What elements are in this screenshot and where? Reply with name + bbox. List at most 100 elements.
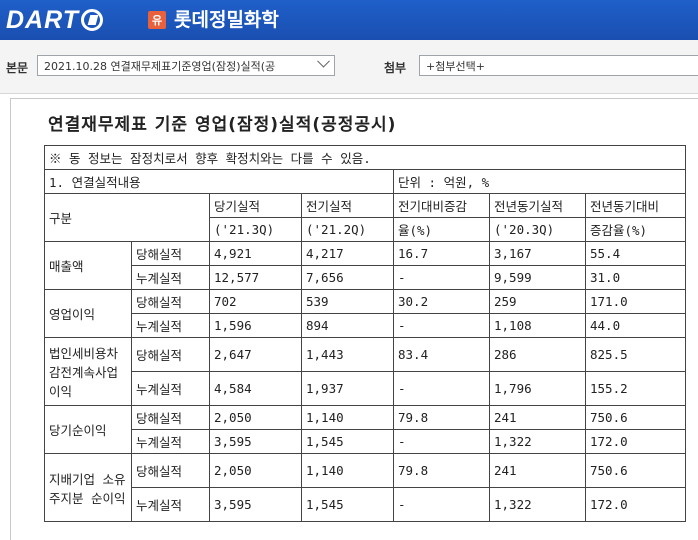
table-row: 지배기업 소유주지분 순이익 당해실적 2,050 1,140 79.8 241… bbox=[44, 453, 686, 522]
logo-text: DART bbox=[6, 5, 79, 34]
table-row: 당기순이익 당해실적 2,050 1,140 79.8 241 750.6 bbox=[44, 405, 686, 454]
cell-yoy: 259 bbox=[489, 289, 586, 314]
cell-qoq: - bbox=[393, 313, 490, 338]
results-table: ※ 동 정보는 잠정치로서 향후 확정치와는 다를 수 있음. 1. 연결실적내… bbox=[44, 145, 686, 522]
cell-qoq: - bbox=[393, 429, 490, 454]
cell-qoq: - bbox=[393, 371, 490, 406]
table-row: 누계실적 3,595 1,545 - 1,322 172.0 bbox=[45, 487, 686, 522]
table-row: 누계실적 12,577 7,656 - 9,599 31.0 bbox=[45, 265, 686, 290]
row-type: 당해실적 bbox=[131, 405, 210, 430]
header-qoq-unit: 율(%) bbox=[393, 217, 490, 242]
cell-yoy: 9,599 bbox=[489, 265, 586, 290]
table-row: 법인세비용차감전계속사업이익 당해실적 2,647 1,443 83.4 286… bbox=[44, 337, 686, 406]
cell-previous: 7,656 bbox=[301, 265, 394, 290]
report-label: 본문 bbox=[6, 61, 29, 75]
row-type: 누계실적 bbox=[131, 371, 210, 406]
header-qoq: 전기대비증감 bbox=[393, 193, 490, 218]
cell-previous: 894 bbox=[301, 313, 394, 338]
cell-current: 2,050 bbox=[209, 453, 302, 488]
notice-cell: ※ 동 정보는 잠정치로서 향후 확정치와는 다를 수 있음. bbox=[44, 145, 686, 170]
cell-yoy-rate: 750.6 bbox=[585, 453, 686, 488]
cell-previous: 1,140 bbox=[301, 405, 394, 430]
cell-current: 2,647 bbox=[209, 337, 302, 372]
cell-yoy-rate: 825.5 bbox=[585, 337, 686, 372]
cell-yoy-rate: 31.0 bbox=[585, 265, 686, 290]
row-type: 누계실적 bbox=[131, 265, 210, 290]
row-type: 당해실적 bbox=[131, 289, 210, 314]
cell-yoy: 241 bbox=[489, 453, 586, 488]
header-yoy: 전년동기실적 bbox=[489, 193, 586, 218]
cell-previous: 1,937 bbox=[301, 371, 394, 406]
cell-yoy-rate: 55.4 bbox=[585, 241, 686, 266]
row-type: 누계실적 bbox=[131, 487, 210, 522]
unit-cell: 단위 : 억원, % bbox=[393, 169, 686, 194]
cell-yoy: 1,796 bbox=[489, 371, 586, 406]
header-category: 구분 bbox=[44, 193, 210, 242]
row-item: 법인세비용차감전계속사업이익 bbox=[44, 337, 132, 406]
cell-yoy: 3,167 bbox=[489, 241, 586, 266]
header-current: 당기실적 bbox=[209, 193, 302, 218]
cell-previous: 1,545 bbox=[301, 429, 394, 454]
cell-qoq: - bbox=[393, 487, 490, 522]
table-body: 매출액 당해실적 4,921 4,217 16.7 3,167 55.4 누계실… bbox=[44, 241, 686, 522]
dart-logo-icon bbox=[80, 9, 103, 31]
cell-current: 3,595 bbox=[209, 429, 302, 454]
cell-yoy: 1,322 bbox=[489, 487, 586, 522]
chevron-down-icon bbox=[317, 56, 330, 68]
row-type: 당해실적 bbox=[131, 453, 210, 488]
report-select-value: 2021.10.28 연결재무제표기준영업(잠정)실적(공 bbox=[44, 60, 276, 73]
header-yoy-rate: 전년동기대비 bbox=[585, 193, 686, 218]
row-type: 누계실적 bbox=[131, 313, 210, 338]
section-cell: 1. 연결실적내용 bbox=[44, 169, 394, 194]
report-toolbar: 본문 2021.10.28 연결재무제표기준영업(잠정)실적(공 첨부 +첨부선… bbox=[0, 40, 698, 94]
header-previous-period: ('21.2Q) bbox=[301, 217, 394, 242]
company-class-badge: 유 bbox=[148, 11, 166, 29]
company-name: 롯데정밀화학 bbox=[174, 9, 279, 31]
cell-yoy-rate: 172.0 bbox=[585, 429, 686, 454]
cell-current: 4,584 bbox=[209, 371, 302, 406]
cell-previous: 1,545 bbox=[301, 487, 394, 522]
cell-current: 4,921 bbox=[209, 241, 302, 266]
header-yoy-period: ('20.3Q) bbox=[489, 217, 586, 242]
row-type: 누계실적 bbox=[131, 429, 210, 454]
cell-current: 2,050 bbox=[209, 405, 302, 430]
row-item: 당기순이익 bbox=[44, 405, 132, 454]
cell-current: 702 bbox=[209, 289, 302, 314]
cell-previous: 1,140 bbox=[301, 453, 394, 488]
cell-yoy-rate: 750.6 bbox=[585, 405, 686, 430]
cell-yoy: 286 bbox=[489, 337, 586, 372]
table-row: 누계실적 4,584 1,937 - 1,796 155.2 bbox=[45, 371, 686, 406]
cell-yoy: 1,322 bbox=[489, 429, 586, 454]
document-title: 연결재무제표 기준 영업(잠정)실적(공정공시) bbox=[48, 115, 397, 135]
cell-qoq: 16.7 bbox=[393, 241, 490, 266]
row-type: 당해실적 bbox=[131, 241, 210, 266]
header-yoy-rate-unit: 증감율(%) bbox=[585, 217, 686, 242]
cell-yoy-rate: 44.0 bbox=[585, 313, 686, 338]
cell-qoq: 83.4 bbox=[393, 337, 490, 372]
header-previous: 전기실적 bbox=[301, 193, 394, 218]
table-row: 누계실적 3,595 1,545 - 1,322 172.0 bbox=[45, 429, 686, 454]
cell-current: 3,595 bbox=[209, 487, 302, 522]
cell-qoq: 30.2 bbox=[393, 289, 490, 314]
cell-qoq: 79.8 bbox=[393, 453, 490, 488]
table-row: 누계실적 1,596 894 - 1,108 44.0 bbox=[45, 313, 686, 338]
attach-label: 첨부 bbox=[384, 61, 407, 75]
cell-yoy-rate: 172.0 bbox=[585, 487, 686, 522]
cell-current: 12,577 bbox=[209, 265, 302, 290]
dart-logo[interactable]: DART bbox=[6, 5, 103, 35]
cell-previous: 4,217 bbox=[301, 241, 394, 266]
cell-yoy-rate: 171.0 bbox=[585, 289, 686, 314]
attach-select-value: +첨부선택+ bbox=[426, 60, 485, 73]
cell-qoq: - bbox=[393, 265, 490, 290]
report-select[interactable]: 2021.10.28 연결재무제표기준영업(잠정)실적(공 bbox=[37, 55, 335, 76]
cell-previous: 1,443 bbox=[301, 337, 394, 372]
cell-qoq: 79.8 bbox=[393, 405, 490, 430]
table-row: 영업이익 당해실적 702 539 30.2 259 171.0 bbox=[44, 289, 686, 338]
cell-yoy: 241 bbox=[489, 405, 586, 430]
row-item: 지배기업 소유주지분 순이익 bbox=[44, 453, 132, 522]
cell-previous: 539 bbox=[301, 289, 394, 314]
header-current-period: ('21.3Q) bbox=[209, 217, 302, 242]
cell-current: 1,596 bbox=[209, 313, 302, 338]
attach-select[interactable]: +첨부선택+ bbox=[419, 55, 698, 76]
row-type: 당해실적 bbox=[131, 337, 210, 372]
